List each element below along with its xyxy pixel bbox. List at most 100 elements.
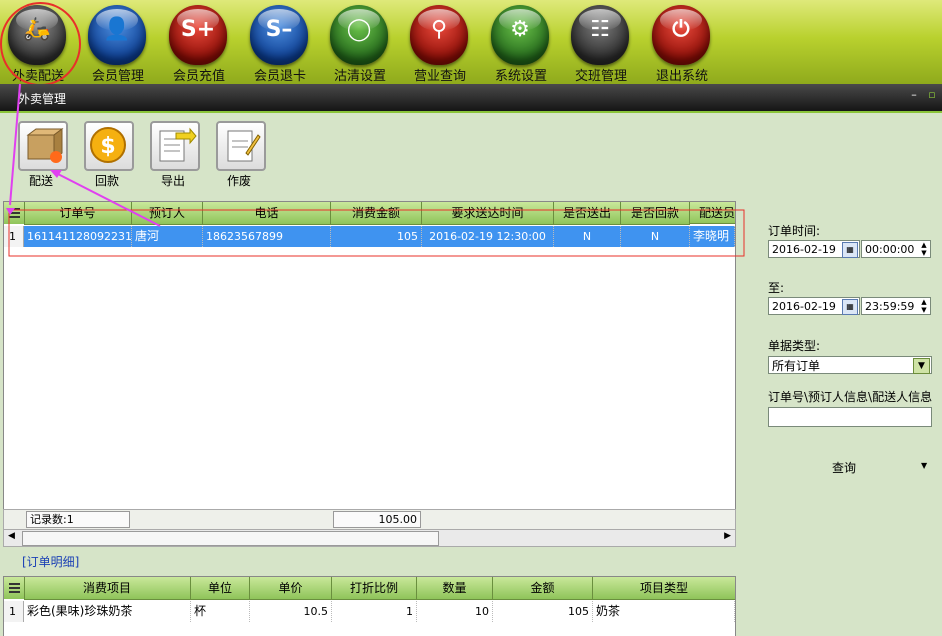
deliver-button[interactable]: 配送 <box>12 121 72 188</box>
col-customer[interactable]: 预订人 <box>132 202 203 225</box>
minimize-icon[interactable]: – <box>908 89 920 101</box>
end-date-field[interactable]: 2016-02-19 ▦ <box>768 297 860 315</box>
spinner-icon[interactable]: ▲ ▼ <box>919 298 929 314</box>
cell-item-type: 奶茶 <box>593 601 735 622</box>
void-note-icon <box>216 121 266 171</box>
window-title: 外卖管理 <box>18 92 67 106</box>
gear-icon: ⚙ <box>491 5 549 65</box>
to-label: 至: <box>768 281 785 295</box>
col-item-type[interactable]: 项目类型 <box>593 577 735 600</box>
calendar-icon[interactable]: ▦ <box>842 242 858 258</box>
card-minus-icon: S– <box>250 5 308 65</box>
record-count: 记录数:1 <box>26 511 130 528</box>
orders-footer: 记录数:1 105.00 <box>3 509 736 530</box>
col-amount[interactable]: 消费金额 <box>331 202 422 225</box>
order-time-label: 订单时间: <box>768 224 821 238</box>
toolbar-business-query-button[interactable]: ⚲ 营业查询 <box>402 2 482 84</box>
query-label: 查询 <box>832 461 857 475</box>
box-gear-icon <box>18 121 68 171</box>
cell-due-time: 2016-02-19 12:30:00 <box>422 226 554 247</box>
cell-detail-amount: 105 <box>493 601 593 622</box>
export-button[interactable]: 导出 <box>144 121 204 188</box>
doc-type-value: 所有订单 <box>772 359 821 373</box>
toolbar-soldout-button[interactable]: ◯ 沽清设置 <box>322 2 402 84</box>
chevron-down-icon[interactable]: ▼ <box>913 358 930 374</box>
col-phone[interactable]: 电话 <box>203 202 331 225</box>
svg-text:$: $ <box>100 134 115 159</box>
scroll-left-icon[interactable]: ◀ <box>8 531 15 541</box>
scroll-thumb[interactable] <box>22 531 439 546</box>
toolbar-member-button[interactable]: 👤 会员管理 <box>80 2 160 84</box>
cell-discount: 1 <box>332 601 417 622</box>
person-icon: 👤 <box>88 5 146 65</box>
toolbar-settings-button[interactable]: ⚙ 系统设置 <box>483 2 563 84</box>
start-date-value: 2016-02-19 <box>772 243 836 256</box>
column-menu-icon[interactable] <box>4 202 25 224</box>
toolbar-member-label: 会员管理 <box>91 69 144 84</box>
payment-label: 回款 <box>94 174 119 188</box>
col-unit[interactable]: 单位 <box>191 577 250 600</box>
window-titlebar: 外卖管理 – ▫ <box>0 84 942 113</box>
detail-table: 消费项目 单位 单价 打折比例 数量 金额 项目类型 1 彩色(果味)珍珠奶茶 … <box>3 576 736 636</box>
main-toolbar: 🛵 外卖配送 👤 会员管理 S+ 会员充值 S– 会员退卡 ◯ 沽清设置 ⚲ 营… <box>0 0 942 86</box>
spinner-icon[interactable]: ▲ ▼ <box>919 241 929 257</box>
table-row[interactable]: 1 161141128092231 唐河 18623567899 105 201… <box>4 226 735 248</box>
end-date-value: 2016-02-19 <box>772 300 836 313</box>
maximize-icon[interactable]: ▫ <box>926 89 938 101</box>
cell-courier: 李晓明 <box>690 226 735 247</box>
card-plus-icon: S+ <box>169 5 227 65</box>
doc-type-select[interactable]: 所有订单 ▼ <box>768 356 932 374</box>
plate-icon: ◯ <box>330 5 388 65</box>
toolbar-recharge-label: 会员充值 <box>172 69 225 84</box>
search-input[interactable] <box>768 407 932 427</box>
table-row[interactable]: 1 彩色(果味)珍珠奶茶 杯 10.5 1 10 105 奶茶 <box>4 601 735 623</box>
toolbar-recharge-button[interactable]: S+ 会员充值 <box>161 2 241 84</box>
cell-paid: N <box>621 226 690 247</box>
start-time-field[interactable]: 00:00:00 ▲ ▼ <box>861 240 931 258</box>
toolbar-business-query-label: 营业查询 <box>413 69 466 84</box>
search-label: 订单号\预订人信息\配送人信息 <box>768 390 933 404</box>
col-item[interactable]: 消费项目 <box>24 577 191 600</box>
toolbar-soldout-label: 沽清设置 <box>333 69 386 84</box>
col-paid[interactable]: 是否回款 <box>621 202 690 225</box>
col-discount[interactable]: 打折比例 <box>332 577 417 600</box>
export-label: 导出 <box>160 174 185 188</box>
scroll-right-icon[interactable]: ▶ <box>724 531 731 541</box>
end-time-value: 23:59:59 <box>865 300 915 313</box>
payment-button[interactable]: $ 回款 <box>78 121 138 188</box>
col-sent[interactable]: 是否送出 <box>554 202 621 225</box>
cell-phone: 18623567899 <box>203 226 331 247</box>
toolbar-refund-label: 会员退卡 <box>253 69 306 84</box>
export-icon <box>150 121 200 171</box>
col-detail-amount[interactable]: 金额 <box>493 577 593 600</box>
toolbar-refund-button[interactable]: S– 会员退卡 <box>242 2 322 84</box>
total-amount: 105.00 <box>333 511 421 528</box>
dropdown-arrow-icon[interactable]: ▼ <box>921 461 927 470</box>
column-menu-icon[interactable] <box>4 577 25 599</box>
col-quantity[interactable]: 数量 <box>417 577 493 600</box>
cell-amount: 105 <box>331 226 422 247</box>
col-price[interactable]: 单价 <box>250 577 332 600</box>
toolbar-exit-label: 退出系统 <box>655 69 708 84</box>
col-courier[interactable]: 配送员 <box>690 202 735 224</box>
horizontal-scrollbar[interactable]: ◀ ▶ <box>3 529 736 547</box>
magnifier-icon: ⚲ <box>410 5 468 65</box>
col-due-time[interactable]: 要求送达时间 <box>422 202 554 225</box>
toolbar-exit-button[interactable]: ⏻ 退出系统 <box>644 2 724 84</box>
annotation-circle <box>0 2 81 86</box>
cell-sent: N <box>554 226 621 247</box>
toolbar-shift-button[interactable]: ☷ 交班管理 <box>563 2 643 84</box>
void-button[interactable]: 作废 <box>210 121 270 188</box>
end-time-field[interactable]: 23:59:59 ▲ ▼ <box>861 297 931 315</box>
doc-type-label: 单据类型: <box>768 339 821 353</box>
toolbar-shift-label: 交班管理 <box>574 69 627 84</box>
power-icon: ⏻ <box>652 5 710 65</box>
col-order-no[interactable]: 订单号 <box>24 202 132 225</box>
calendar-icon[interactable]: ▦ <box>842 299 858 315</box>
start-date-field[interactable]: 2016-02-19 ▦ <box>768 240 860 258</box>
toolbar-settings-label: 系统设置 <box>494 69 547 84</box>
detail-title: [订单明细] <box>22 555 80 569</box>
void-label: 作废 <box>226 174 251 188</box>
query-button[interactable]: 查询 ▼ <box>800 457 932 477</box>
orders-table: 订单号 预订人 电话 消费金额 要求送达时间 是否送出 是否回款 配送员 1 1… <box>3 201 736 510</box>
